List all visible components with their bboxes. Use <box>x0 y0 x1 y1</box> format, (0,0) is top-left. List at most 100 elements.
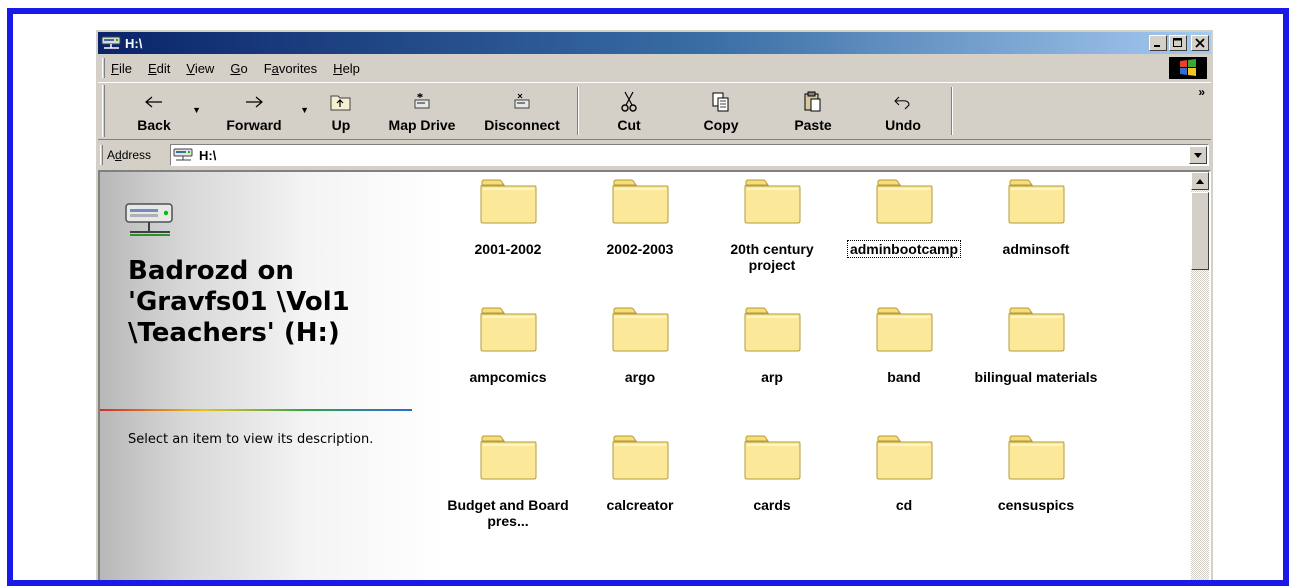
cut-button[interactable]: Cut <box>583 83 675 139</box>
folder-label: Budget and Board pres... <box>447 497 569 529</box>
folder-up-icon <box>330 90 352 114</box>
folder-item[interactable]: censuspics <box>970 432 1102 513</box>
toolbar-separator <box>577 87 579 135</box>
folder-label: cards <box>753 497 791 513</box>
address-label: Address <box>107 148 152 162</box>
address-grip[interactable] <box>100 145 103 165</box>
menu-go[interactable]: Go <box>230 61 247 76</box>
disconnect-button[interactable]: Disconnect <box>471 83 573 139</box>
network-drive-icon <box>173 147 195 163</box>
folder-icon <box>875 176 933 229</box>
scroll-thumb[interactable] <box>1191 192 1209 270</box>
copy-button[interactable]: Copy <box>675 83 767 139</box>
folder-view: Badrozd on 'Gravfs01 \Vol1 \Teachers' (H… <box>98 170 1211 580</box>
item-description: Select an item to view its description. <box>128 432 374 447</box>
folder-item[interactable]: argo <box>574 304 706 385</box>
folder-icon <box>1007 432 1065 485</box>
back-button[interactable]: Back ▼ <box>109 83 201 139</box>
copy-icon <box>711 90 731 114</box>
window-title: H:\ <box>125 35 143 51</box>
folder-icon <box>1007 304 1065 357</box>
menu-file[interactable]: File <box>111 61 132 76</box>
folder-item[interactable]: 2002-2003 <box>574 176 706 257</box>
network-drive-icon <box>101 35 123 51</box>
forward-button[interactable]: Forward ▼ <box>199 83 309 139</box>
disconnect-icon <box>510 90 534 114</box>
folder-icon <box>875 304 933 357</box>
scroll-up-button[interactable] <box>1191 172 1209 190</box>
large-network-drive-icon <box>124 202 176 245</box>
document-frame: H:\ File Edit View Go Favorites Help Bac… <box>7 8 1289 586</box>
folder-icon <box>479 176 537 229</box>
minimize-button[interactable] <box>1149 35 1167 51</box>
folder-label: adminbootcamp <box>846 240 962 258</box>
drive-title: Badrozd on 'Gravfs01 \Vol1 \Teachers' (H… <box>128 256 350 348</box>
menu-edit[interactable]: Edit <box>148 61 170 76</box>
folder-label: cd <box>895 497 913 513</box>
folder-icon <box>611 304 669 357</box>
explorer-window: H:\ File Edit View Go Favorites Help Bac… <box>95 29 1213 580</box>
scissors-icon <box>620 90 638 114</box>
menu-help[interactable]: Help <box>333 61 360 76</box>
folder-label: censuspics <box>997 497 1075 513</box>
folder-label: 20th century project <box>730 241 814 273</box>
folder-label: argo <box>624 369 656 385</box>
folder-label: band <box>887 369 921 385</box>
folder-icon <box>1007 176 1065 229</box>
address-dropdown-button[interactable] <box>1189 146 1207 164</box>
windows-logo-icon <box>1169 57 1207 79</box>
address-value: H:\ <box>199 147 217 163</box>
menu-favorites[interactable]: Favorites <box>264 61 317 76</box>
map-drive-icon <box>410 90 434 114</box>
folder-label: bilingual materials <box>974 369 1098 385</box>
folder-item[interactable]: calcreator <box>574 432 706 513</box>
folder-item[interactable]: 20th century project <box>706 176 838 273</box>
standard-toolbar: Back ▼ Forward ▼ Up Map Drive Disconnect… <box>98 82 1211 140</box>
folder-item[interactable]: arp <box>706 304 838 385</box>
menu-bar: File Edit View Go Favorites Help <box>98 56 1211 80</box>
folder-label: adminsoft <box>1002 241 1070 257</box>
up-button[interactable]: Up <box>309 83 373 139</box>
forward-arrow-icon <box>244 90 264 114</box>
web-view-pane: Badrozd on 'Gravfs01 \Vol1 \Teachers' (H… <box>100 172 446 580</box>
folder-label: 2002-2003 <box>606 241 674 257</box>
toolbar-chevron-icon[interactable]: » <box>1198 85 1205 99</box>
folder-label: arp <box>761 369 783 385</box>
folder-item[interactable]: adminbootcamp <box>838 176 970 258</box>
title-underline <box>100 409 412 411</box>
folder-item[interactable]: band <box>838 304 970 385</box>
folder-label: 2001-2002 <box>474 241 542 257</box>
folder-item[interactable]: cards <box>706 432 838 513</box>
menu-grip[interactable] <box>102 58 105 78</box>
folder-item[interactable]: cd <box>838 432 970 513</box>
toolbar-grip[interactable] <box>102 85 105 137</box>
folder-icon <box>611 432 669 485</box>
close-button[interactable] <box>1191 35 1209 51</box>
map-drive-button[interactable]: Map Drive <box>373 83 471 139</box>
window-controls <box>1149 35 1209 51</box>
folder-label: calcreator <box>606 497 674 513</box>
folder-icon <box>743 304 801 357</box>
folder-icon <box>875 432 933 485</box>
forward-dropdown-icon[interactable]: ▼ <box>300 105 309 115</box>
maximize-button[interactable] <box>1169 35 1187 51</box>
folder-icon <box>479 304 537 357</box>
address-bar: Address H:\ <box>98 142 1211 168</box>
back-arrow-icon <box>144 90 164 114</box>
toolbar-separator <box>951 87 953 135</box>
vertical-scrollbar[interactable] <box>1191 172 1209 580</box>
folder-item[interactable]: 2001-2002 <box>442 176 574 257</box>
folder-item[interactable]: adminsoft <box>970 176 1102 257</box>
address-input[interactable]: H:\ <box>170 144 1209 166</box>
title-bar[interactable]: H:\ <box>98 32 1211 54</box>
folder-item[interactable]: Budget and Board pres... <box>442 432 574 529</box>
undo-button[interactable]: Undo <box>859 83 947 139</box>
paste-button[interactable]: Paste <box>767 83 859 139</box>
menu-view[interactable]: View <box>186 61 214 76</box>
undo-icon <box>893 90 913 114</box>
folder-item[interactable]: ampcomics <box>442 304 574 385</box>
clipboard-icon <box>803 90 823 114</box>
folder-item[interactable]: bilingual materials <box>970 304 1102 385</box>
folder-icon <box>743 176 801 229</box>
folder-icon <box>479 432 537 485</box>
